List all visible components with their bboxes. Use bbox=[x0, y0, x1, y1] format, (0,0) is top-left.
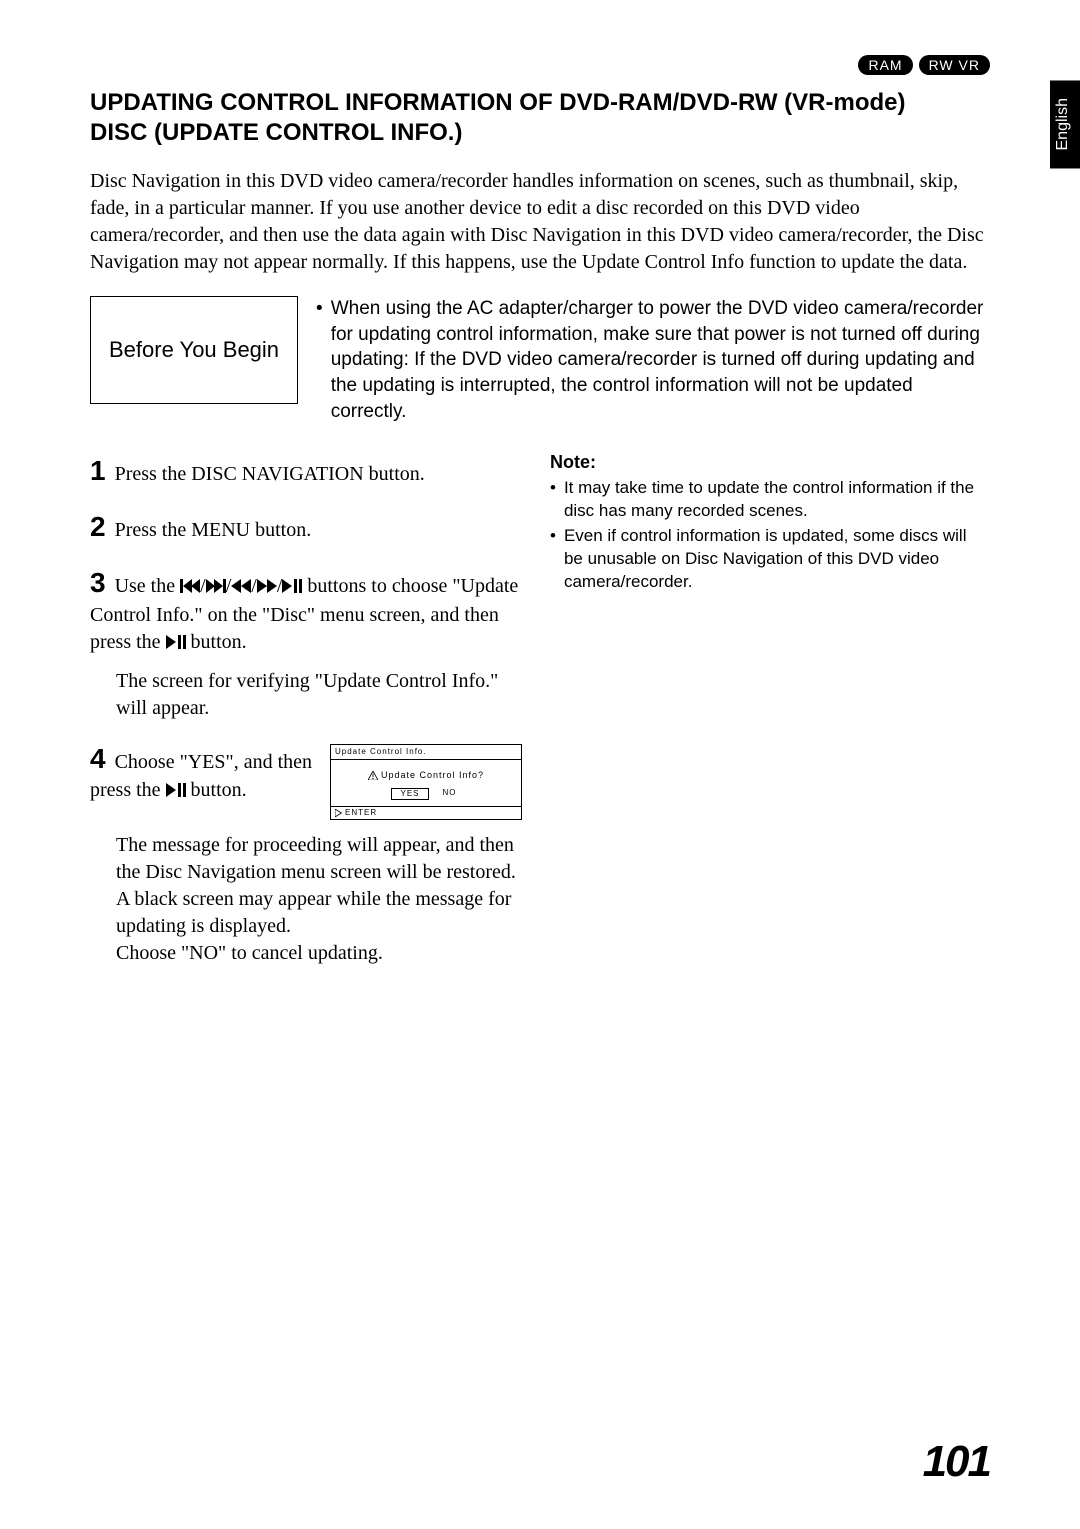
bullet-dot-icon: • bbox=[550, 477, 556, 523]
two-column-layout: 1 Press the DISC NAVIGATION button. 2 Pr… bbox=[90, 452, 990, 985]
bullet-dot-icon: • bbox=[550, 525, 556, 594]
screen-enter-label: ENTER bbox=[345, 808, 377, 818]
step-3-text-c: button. bbox=[186, 631, 247, 653]
warning-icon bbox=[368, 771, 378, 780]
step-number-1: 1 bbox=[90, 455, 106, 486]
prev-track-icon bbox=[180, 575, 200, 597]
badge-rwvr: RW VR bbox=[919, 55, 990, 75]
note-2-text: Even if control information is updated, … bbox=[564, 525, 990, 594]
rewind-icon bbox=[231, 575, 251, 597]
step-4-sub: The message for proceeding will appear, … bbox=[116, 832, 522, 967]
note-1-text: It may take time to update the control i… bbox=[564, 477, 990, 523]
disc-type-badges: RAM RW VR bbox=[858, 55, 990, 75]
screen-question: Update Control Info? bbox=[381, 770, 484, 782]
step-1-text: Press the DISC NAVIGATION button. bbox=[115, 463, 425, 485]
language-tab: English bbox=[1050, 80, 1080, 168]
before-you-begin-text: When using the AC adapter/charger to pow… bbox=[331, 296, 990, 424]
step-1: 1 Press the DISC NAVIGATION button. bbox=[90, 452, 522, 490]
before-you-begin-bullet: • When using the AC adapter/charger to p… bbox=[316, 296, 990, 424]
step-2: 2 Press the MENU button. bbox=[90, 508, 522, 546]
note-item-2: •Even if control information is updated,… bbox=[550, 525, 990, 594]
badge-ram: RAM bbox=[858, 55, 912, 75]
step-number-2: 2 bbox=[90, 511, 106, 542]
play-pause-icon bbox=[166, 631, 186, 653]
enter-triangle-icon bbox=[335, 809, 343, 817]
forward-icon bbox=[257, 575, 277, 597]
steps-column: 1 Press the DISC NAVIGATION button. 2 Pr… bbox=[90, 452, 522, 985]
play-pause-icon bbox=[166, 779, 186, 801]
manual-page: RAM RW VR English UPDATING CONTROL INFOR… bbox=[0, 0, 1080, 1529]
step-number-3: 3 bbox=[90, 567, 106, 598]
step-3-sub: The screen for verifying "Update Control… bbox=[116, 668, 522, 722]
play-pause-icon bbox=[282, 575, 302, 597]
step-3: 3 Use the //// buttons to choose "Update… bbox=[90, 564, 522, 722]
note-list: •It may take time to update the control … bbox=[550, 477, 990, 594]
section-title: UPDATING CONTROL INFORMATION OF DVD-RAM/… bbox=[90, 88, 930, 148]
intro-paragraph: Disc Navigation in this DVD video camera… bbox=[90, 168, 990, 276]
before-you-begin-box: Before You Begin bbox=[90, 296, 298, 404]
screen-yes-option: YES bbox=[391, 788, 428, 800]
bullet-dot-icon: • bbox=[316, 296, 323, 424]
next-track-icon bbox=[206, 575, 226, 597]
step-3-text-a: Use the bbox=[115, 575, 181, 597]
confirmation-screen-figure: Update Control Info. Update Control Info… bbox=[330, 744, 522, 821]
note-item-1: •It may take time to update the control … bbox=[550, 477, 990, 523]
before-you-begin-row: Before You Begin • When using the AC ada… bbox=[90, 296, 990, 424]
step-number-4: 4 bbox=[90, 743, 106, 774]
step-4-text-b: button. bbox=[186, 779, 247, 801]
screen-title: Update Control Info. bbox=[331, 745, 521, 760]
screen-no-option: NO bbox=[439, 788, 461, 800]
step-4: 4 Choose "YES", and then press the butto… bbox=[90, 740, 522, 968]
note-column: Note: •It may take time to update the co… bbox=[550, 452, 990, 985]
note-heading: Note: bbox=[550, 452, 990, 473]
step-2-text: Press the MENU button. bbox=[115, 519, 312, 541]
page-number: 101 bbox=[923, 1437, 990, 1487]
